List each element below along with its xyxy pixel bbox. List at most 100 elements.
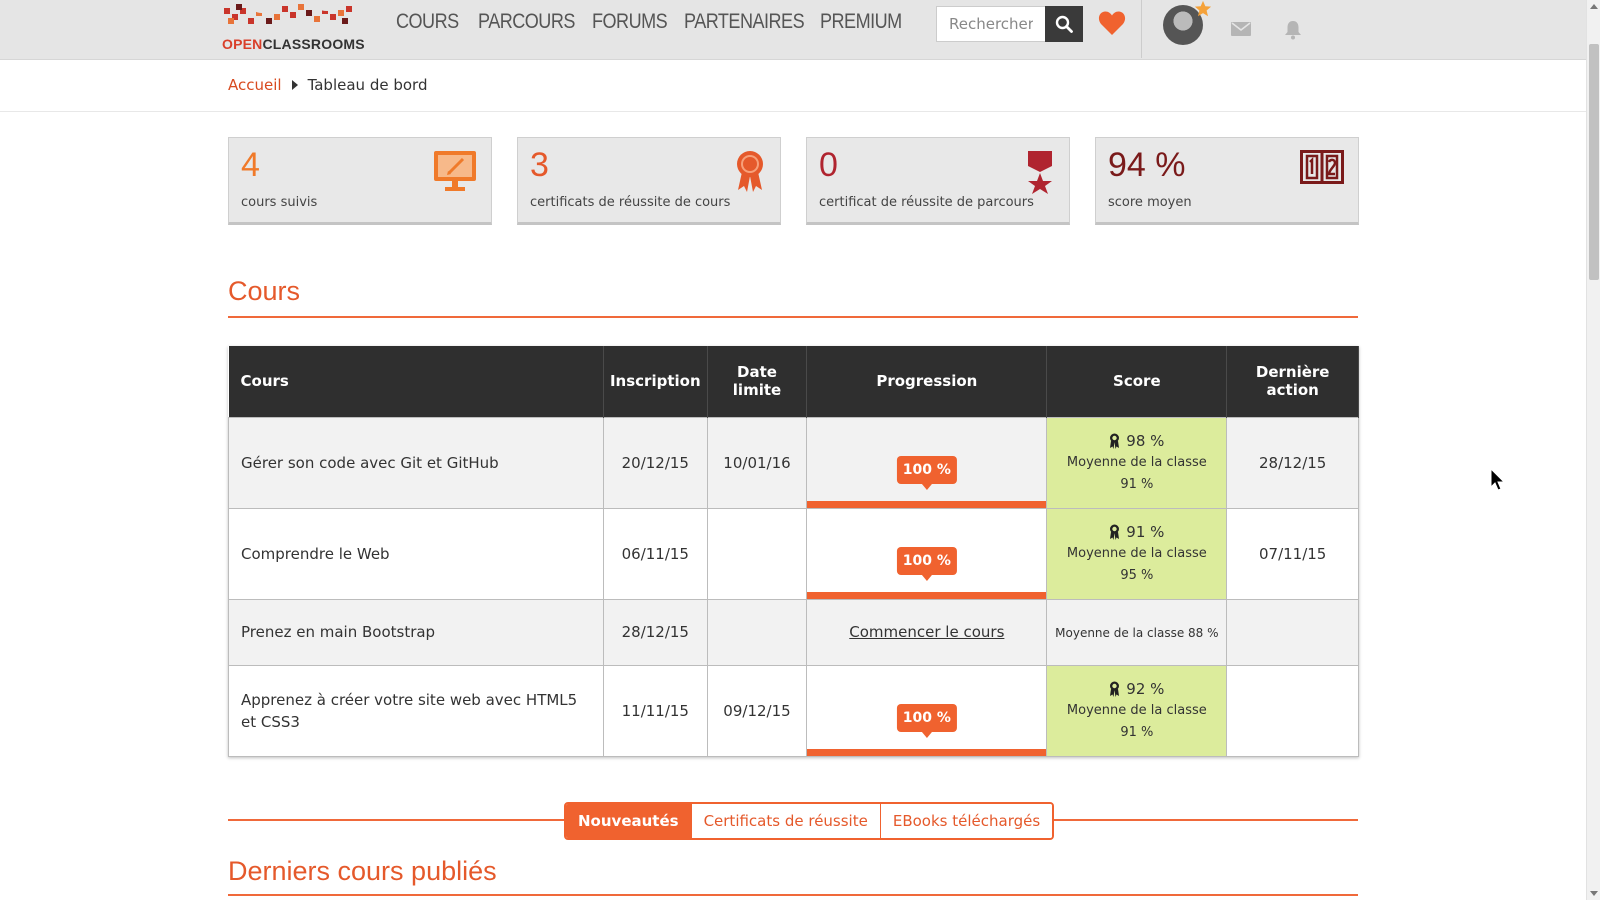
breadcrumb-home-link[interactable]: Accueil: [228, 76, 282, 94]
section-rule: [228, 894, 1358, 896]
progress-badge: 100 %: [896, 703, 957, 738]
course-name[interactable]: Gérer son code avec Git et GitHub: [228, 416, 604, 509]
course-name[interactable]: Prenez en main Bootstrap: [228, 598, 604, 666]
search-box: [936, 6, 1083, 42]
breadcrumb: Accueil Tableau de bord: [228, 76, 427, 94]
nav-partenaires[interactable]: PARTENAIRES: [684, 10, 805, 34]
cell-deadline: [706, 507, 808, 600]
score-value: 98 %: [1126, 431, 1165, 450]
class-average-inline: Moyenne de la classe 88 %: [1055, 626, 1219, 640]
courses-table: Cours Inscription Date limite Progression…: [228, 346, 1359, 757]
bell-icon[interactable]: [1284, 20, 1302, 40]
scroll-up-arrow-icon[interactable]: [1590, 4, 1598, 9]
logo-wordmark: OPENCLASSROOMS: [222, 36, 365, 52]
openclassrooms-logo[interactable]: OPENCLASSROOMS: [222, 0, 365, 56]
stat-value: 94 %: [1108, 146, 1186, 184]
stat-label: certificat de réussite de parcours: [819, 195, 1034, 210]
tab-ebooks[interactable]: EBooks téléchargés: [880, 804, 1053, 838]
cell-score: 91 % Moyenne de la classe 95 %: [1046, 507, 1228, 600]
header-course: Cours: [228, 346, 604, 417]
logo-classrooms: CLASSROOMS: [262, 36, 365, 52]
progress-badge: 100 %: [896, 546, 957, 581]
stat-value: 4: [241, 146, 260, 184]
logo-mosaic: [222, 0, 357, 30]
class-average-value: 91 %: [1120, 724, 1154, 740]
cell-progress: 100 %: [806, 416, 1048, 509]
cell-inscription: 06/11/15: [602, 507, 708, 600]
scrollbar-thumb[interactable]: [1589, 44, 1599, 280]
search-icon: [1055, 15, 1073, 33]
table-header-row: Cours Inscription Date limite Progression…: [228, 346, 1359, 417]
medal-star-icon: [1028, 151, 1052, 194]
table-row[interactable]: Apprenez à créer votre site web avec HTM…: [228, 664, 1359, 757]
mouse-cursor-icon: [1490, 468, 1506, 491]
cell-deadline: 09/12/15: [706, 664, 808, 757]
start-course-link[interactable]: Commencer le cours: [849, 623, 1004, 641]
nav-separator: [1141, 0, 1142, 58]
main-nav: COURS PARCOURS FORUMS PARTENAIRES PREMIU…: [396, 10, 902, 34]
scroll-down-arrow-icon[interactable]: [1590, 891, 1598, 896]
stat-card-path-certificates: 0 certificat de réussite de parcours: [806, 137, 1070, 225]
table-row[interactable]: Comprendre le Web 06/11/15 100 % 91 % Mo…: [228, 507, 1359, 600]
page-scrollbar[interactable]: [1586, 0, 1600, 900]
cell-inscription: 28/12/15: [602, 598, 708, 666]
cell-deadline: 10/01/16: [706, 416, 808, 509]
cell-progress: 100 %: [806, 664, 1048, 757]
stat-card-average-score: 94 % score moyen: [1095, 137, 1359, 225]
heart-icon[interactable]: [1098, 10, 1126, 36]
cell-progress: Commencer le cours: [806, 598, 1048, 666]
nav-parcours[interactable]: PARCOURS: [478, 10, 575, 34]
tab-certificats[interactable]: Certificats de réussite: [691, 804, 881, 838]
nav-cours[interactable]: COURS: [396, 10, 459, 34]
logo-open: OPEN: [222, 36, 263, 52]
nav-premium[interactable]: PREMIUM: [820, 10, 902, 34]
ribbon-badge-icon: [1110, 433, 1120, 449]
tab-nouveautes[interactable]: Nouveautés: [566, 804, 692, 838]
search-input[interactable]: [936, 6, 1045, 42]
score-line: 92 %: [1047, 678, 1226, 700]
progress-bar: [807, 748, 1047, 756]
progress-bar: [807, 591, 1047, 599]
cell-inscription: 11/11/15: [602, 664, 708, 757]
stat-value: 3: [530, 146, 549, 184]
header-deadline: Date limite: [707, 346, 808, 417]
table-row[interactable]: Prenez en main Bootstrap 28/12/15 Commen…: [228, 598, 1359, 666]
header-deadline-line1: Date: [737, 363, 777, 382]
content-tabs: Nouveautés Certificats de réussite EBook…: [564, 802, 1055, 840]
cell-last-action: 07/11/15: [1226, 507, 1359, 600]
table-row[interactable]: Gérer son code avec Git et GitHub 20/12/…: [228, 416, 1359, 509]
class-average-value: 91 %: [1120, 476, 1154, 492]
class-average-value: 95 %: [1120, 567, 1154, 583]
stats-row: 4 cours suivis 3 certificats de réussite…: [228, 137, 1359, 225]
score-value: 91 %: [1126, 522, 1165, 541]
course-name[interactable]: Apprenez à créer votre site web avec HTM…: [228, 664, 604, 757]
top-navigation-bar: OPENCLASSROOMS COURS PARCOURS FORUMS PAR…: [0, 0, 1586, 60]
section-title-courses: Cours: [228, 276, 301, 306]
stat-value: 0: [819, 146, 838, 184]
breadcrumb-arrow-icon: [291, 80, 298, 90]
ribbon-badge-icon: [1110, 681, 1120, 697]
star-icon: [1194, 0, 1212, 17]
header-last-line1: Dernière: [1255, 363, 1330, 382]
cell-progress: 100 %: [806, 507, 1048, 600]
nav-forums[interactable]: FORUMS: [592, 10, 668, 34]
header-last-action: Dernière action: [1226, 346, 1359, 417]
header-last-line2: action: [1266, 381, 1319, 400]
progress-bar: [807, 500, 1047, 508]
mail-icon[interactable]: [1231, 22, 1251, 36]
ribbon-badge-icon: [1110, 524, 1120, 540]
section-title-latest: Derniers cours publiés: [228, 856, 497, 886]
class-average-label: Moyenne de la classe: [1066, 454, 1207, 470]
stat-card-courses: 4 cours suivis: [228, 137, 492, 225]
cell-score: 98 % Moyenne de la classe 91 %: [1046, 416, 1228, 509]
breadcrumb-bar: Accueil Tableau de bord: [0, 62, 1586, 112]
cell-score: 92 % Moyenne de la classe 91 %: [1046, 664, 1228, 757]
course-name[interactable]: Comprendre le Web: [228, 507, 604, 600]
cell-inscription: 20/12/15: [602, 416, 708, 509]
stat-label: certificats de réussite de cours: [530, 195, 731, 210]
breadcrumb-current: Tableau de bord: [307, 76, 428, 94]
cell-last-action: [1226, 664, 1359, 757]
cell-score: Moyenne de la classe 88 %: [1046, 598, 1228, 666]
stat-label: cours suivis: [241, 195, 318, 210]
search-button[interactable]: [1045, 6, 1083, 42]
